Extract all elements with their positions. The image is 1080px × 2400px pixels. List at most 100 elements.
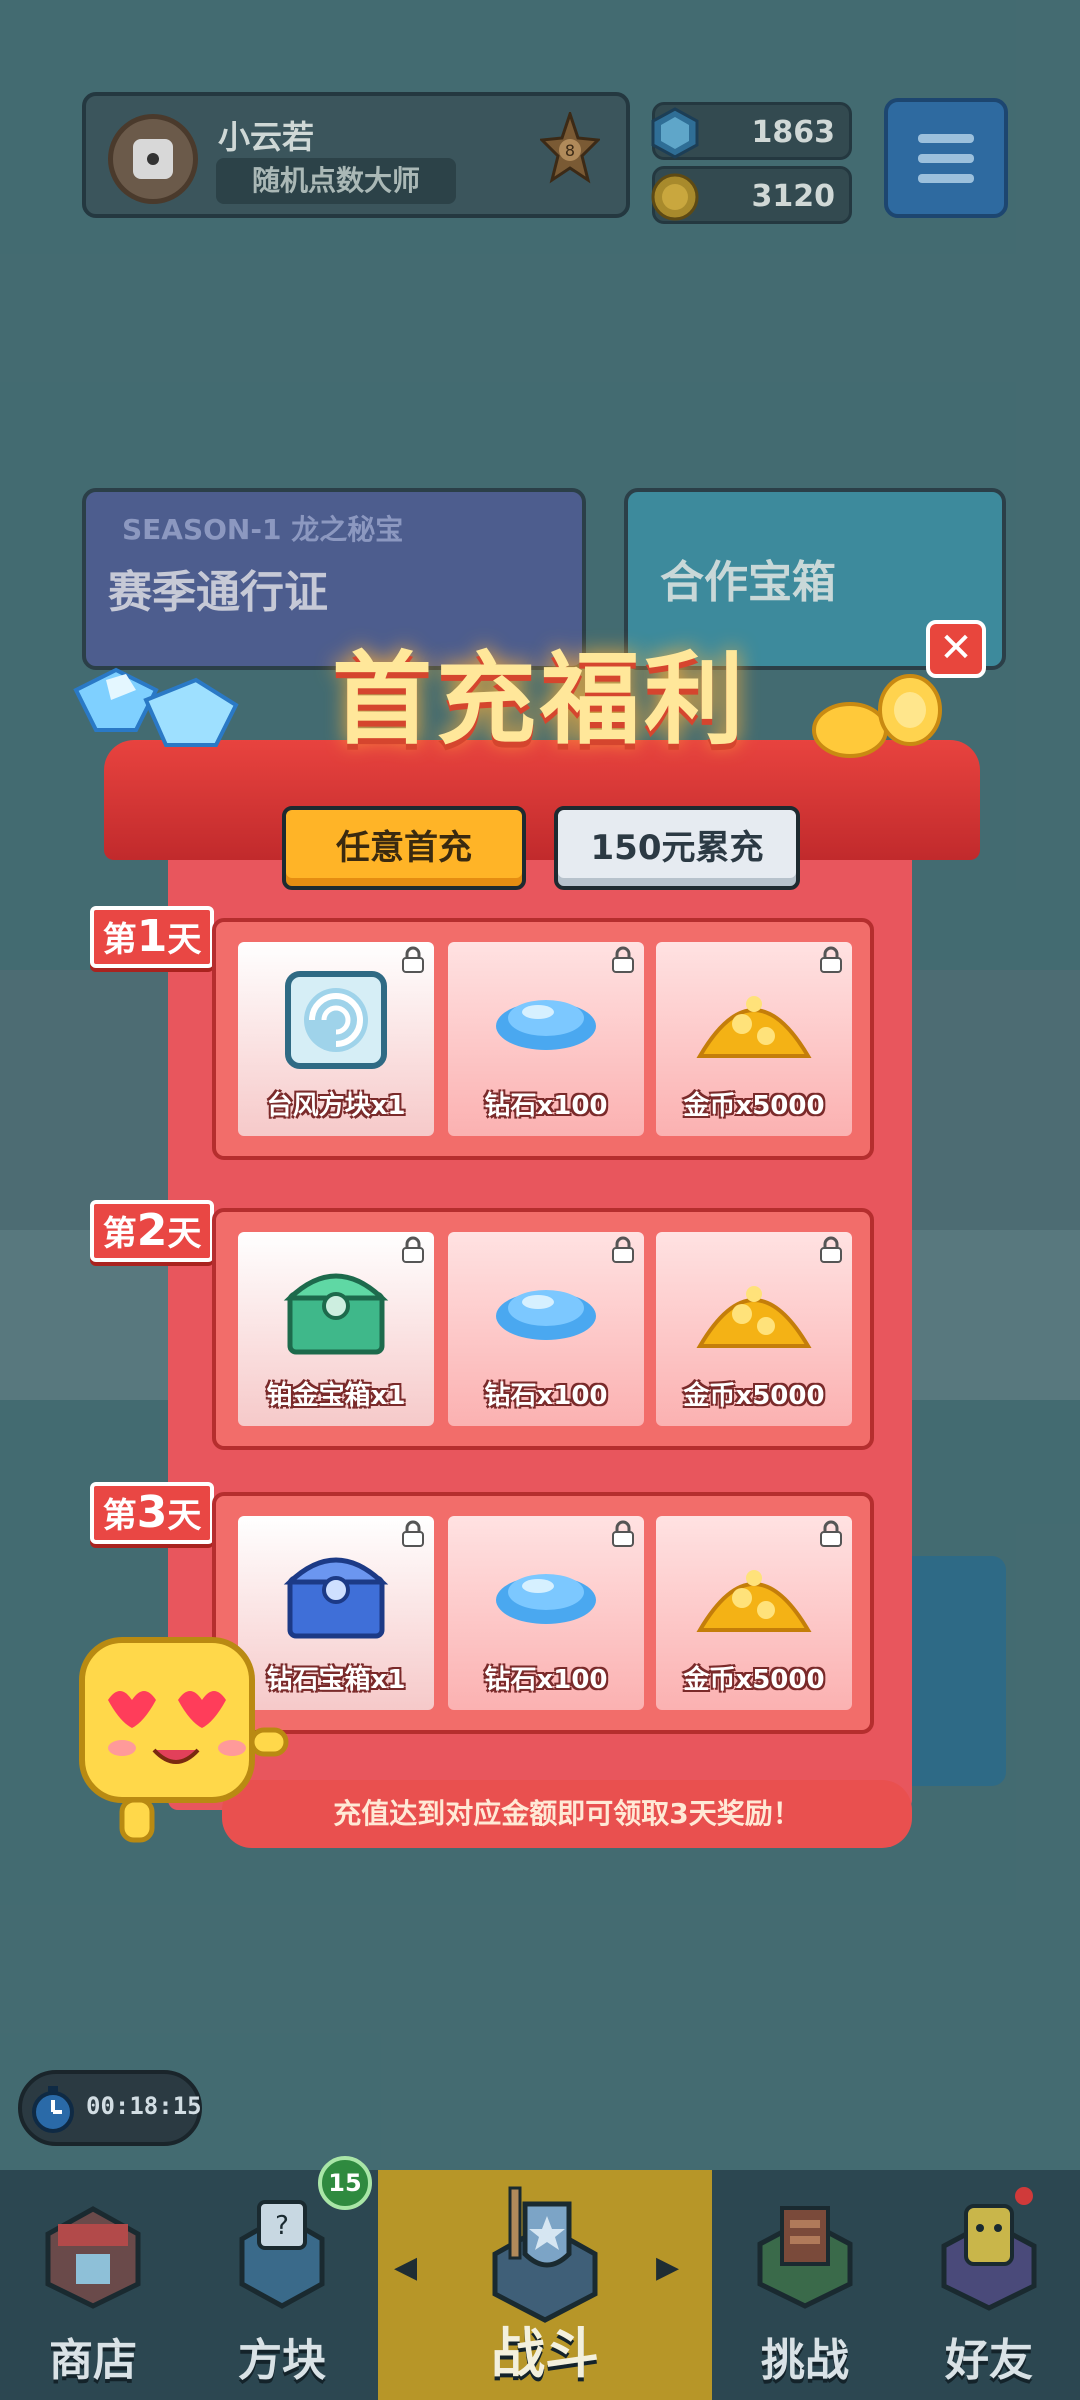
- coop-chest-title: 合作宝箱: [660, 557, 836, 608]
- nav-label: 战斗: [491, 2322, 599, 2385]
- reward-label: 台风方块x1: [266, 1091, 406, 1121]
- reward-diamonds[interactable]: 钻石x100: [448, 1232, 644, 1426]
- battle-icon: [492, 2186, 598, 2323]
- nav-label: 方块: [238, 2335, 326, 2386]
- day-1-tag: 第1天: [90, 906, 214, 968]
- menu-line-icon: [918, 154, 974, 163]
- lock-icon: [612, 1236, 634, 1263]
- reward-label: 金币x5000: [683, 1665, 825, 1695]
- diamond-chest-icon: [283, 1557, 389, 1639]
- nav-label: 商店: [49, 2335, 137, 2386]
- reward-diamonds[interactable]: 钻石x100: [448, 1516, 644, 1710]
- gold-pile-icon: [696, 1286, 812, 1348]
- background-panel-left: [0, 970, 168, 1230]
- nav-battle[interactable]: 战斗: [378, 2170, 712, 2400]
- lock-icon: [402, 1520, 424, 1547]
- lock-icon: [612, 946, 634, 973]
- day-prefix: 第: [102, 1214, 137, 1254]
- day-suffix: 天: [167, 1214, 202, 1254]
- day-number: 2: [136, 1205, 168, 1256]
- stopwatch-icon: [32, 2086, 74, 2133]
- lock-icon: [820, 1236, 842, 1263]
- menu-line-icon: [918, 134, 974, 143]
- svg-text:?: ?: [275, 2211, 289, 2241]
- challenge-icon: [757, 2206, 853, 2309]
- reward-gold[interactable]: 金币x5000: [656, 1516, 852, 1710]
- close-button[interactable]: ✕: [926, 620, 986, 678]
- menu-button[interactable]: [884, 98, 1008, 218]
- day-3-tag: 第3天: [90, 1482, 214, 1544]
- reward-platinum-chest[interactable]: 铂金宝箱x1: [238, 1232, 434, 1426]
- reward-label: 金币x5000: [683, 1091, 825, 1121]
- platinum-chest-icon: [283, 1273, 389, 1355]
- popup-title: 首充福利: [332, 640, 748, 758]
- popup-footer-note: 充值达到对应金额即可领取3天奖励！: [222, 1780, 912, 1848]
- reward-label: 钻石x100: [484, 1665, 608, 1695]
- nav-friends[interactable]: 好友: [898, 2170, 1080, 2400]
- lock-icon: [402, 1236, 424, 1263]
- gold-pile-icon: [696, 996, 812, 1058]
- rank-level: 8: [565, 141, 575, 160]
- day-1-rewards: 台风方块x1 钻石x100 金币x5000: [212, 918, 874, 1160]
- reward-label: 铂金宝箱x1: [266, 1381, 406, 1411]
- day-suffix: 天: [167, 1496, 202, 1536]
- player-profile-card[interactable]: 小云若 随机点数大师 8: [82, 92, 630, 218]
- rank-star-icon: 8: [540, 112, 600, 184]
- coin-counter[interactable]: 3120: [651, 166, 852, 224]
- player-avatar: [108, 114, 198, 204]
- diamond-pile-icon: [496, 1290, 596, 1340]
- dice-icon: [133, 139, 173, 179]
- day-3-rewards: 钻石宝箱x1 钻石x100 金币x5000: [212, 1492, 874, 1734]
- player-name: 小云若: [218, 118, 315, 156]
- season-title: 赛季通行证: [108, 567, 328, 618]
- diamond-count: 1863: [751, 115, 836, 150]
- blocks-notification-badge: 15: [318, 2156, 372, 2210]
- player-title-badge: 随机点数大师: [216, 158, 456, 204]
- lock-icon: [820, 946, 842, 973]
- diamond-cluster-icon: [73, 667, 239, 747]
- diamond-pile-icon: [496, 1574, 596, 1624]
- background-button-right: [912, 1556, 1006, 1786]
- day-prefix: 第: [102, 920, 137, 960]
- lock-icon: [402, 946, 424, 973]
- lock-icon: [612, 1520, 634, 1547]
- diamond-counter[interactable]: 1863: [651, 102, 852, 160]
- coin-count: 3120: [751, 179, 836, 214]
- reward-label: 钻石x100: [484, 1381, 608, 1411]
- nav-label: 挑战: [761, 2335, 849, 2386]
- gold-pile-icon: [696, 1570, 812, 1632]
- nav-left-arrow-icon[interactable]: ◀: [394, 2250, 417, 2285]
- day-prefix: 第: [102, 1496, 137, 1536]
- diamond-pile-icon: [496, 1000, 596, 1050]
- event-timer[interactable]: 00:18:15: [18, 2070, 202, 2146]
- reward-gold[interactable]: 金币x5000: [656, 1232, 852, 1426]
- typhoon-block-icon: [285, 971, 387, 1069]
- day-2-rewards: 铂金宝箱x1 钻石x100 金币x5000: [212, 1208, 874, 1450]
- menu-line-icon: [918, 174, 974, 183]
- friends-icon: [941, 2187, 1037, 2311]
- day-2-tag: 第2天: [90, 1200, 214, 1262]
- reward-label: 金币x5000: [683, 1381, 825, 1411]
- coin-icon: [651, 173, 699, 221]
- reward-label: 钻石x100: [484, 1091, 608, 1121]
- season-subtitle: SEASON-1 龙之秘宝: [122, 513, 404, 546]
- diamond-icon: [651, 107, 699, 159]
- day-number: 3: [136, 1487, 168, 1538]
- nav-label: 好友: [945, 2335, 1033, 2386]
- mascot-block-icon: [79, 1637, 289, 1843]
- tab-any-first-recharge[interactable]: 任意首充: [282, 806, 526, 890]
- timer-text: 00:18:15: [86, 2092, 202, 2120]
- tab-150-cumulative[interactable]: 150元累充: [554, 806, 800, 890]
- nav-shop[interactable]: 商店: [0, 2170, 186, 2400]
- reward-typhoon-block[interactable]: 台风方块x1: [238, 942, 434, 1136]
- day-number: 1: [136, 911, 168, 962]
- popup-title-banner: 首充福利: [220, 630, 860, 758]
- shop-icon: [45, 2206, 141, 2309]
- background-panel-right-2: [912, 1230, 1080, 1400]
- nav-challenge[interactable]: 挑战: [712, 2170, 898, 2400]
- reward-diamonds[interactable]: 钻石x100: [448, 942, 644, 1136]
- background-panel-right: [912, 970, 1080, 1230]
- nav-right-arrow-icon[interactable]: ▶: [656, 2250, 679, 2285]
- day-suffix: 天: [167, 920, 202, 960]
- reward-gold[interactable]: 金币x5000: [656, 942, 852, 1136]
